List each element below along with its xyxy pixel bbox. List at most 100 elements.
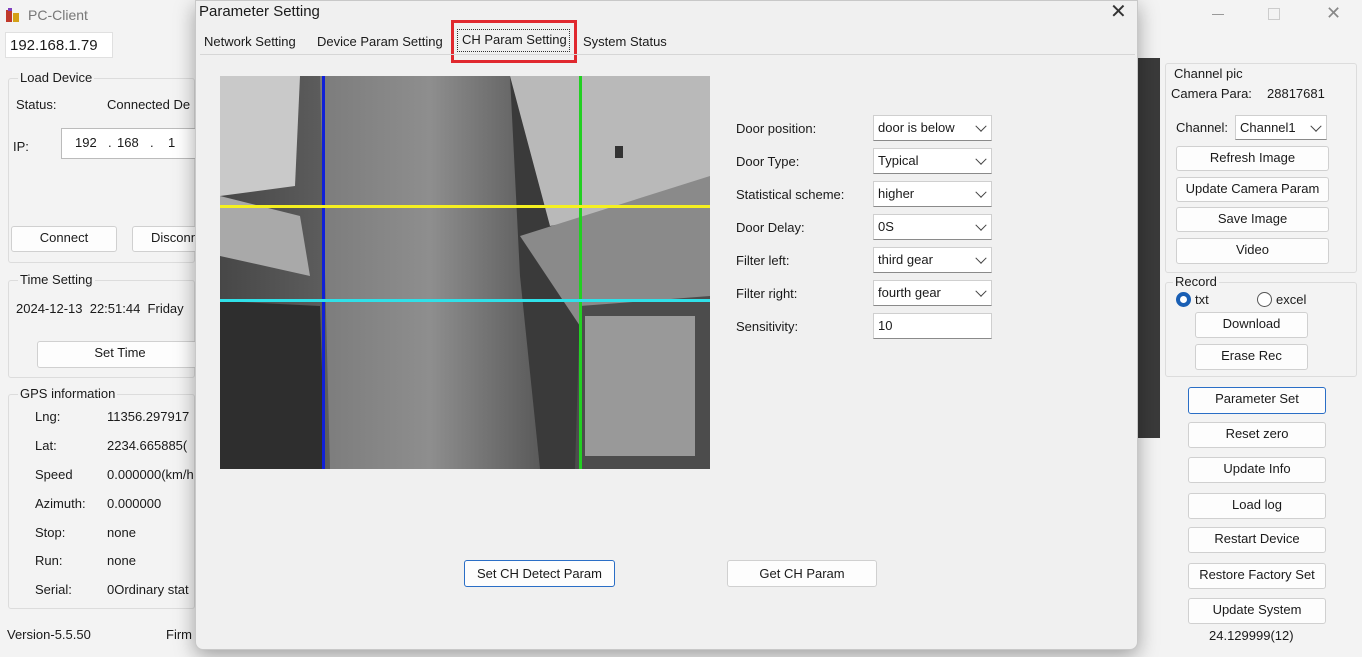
- statistical-scheme-label: Statistical scheme:: [736, 187, 845, 202]
- restore-factory-set-button[interactable]: Restore Factory Set: [1188, 563, 1326, 589]
- ip-part-1: 192: [75, 135, 97, 150]
- chevron-down-icon: [975, 219, 987, 231]
- door-delay-value: 0S: [878, 219, 894, 234]
- ip-dot: .: [150, 135, 154, 150]
- ip-display-text: 192.168.1.79: [10, 37, 98, 54]
- door-type-label: Door Type:: [736, 154, 800, 169]
- detect-line-green[interactable]: [579, 76, 582, 469]
- firmware-label: Firm: [166, 627, 192, 642]
- record-title: Record: [1173, 274, 1219, 289]
- dialog-close-icon[interactable]: ✕: [1110, 0, 1127, 24]
- time-setting-title: Time Setting: [18, 272, 95, 287]
- filter-right-label: Filter right:: [736, 286, 798, 301]
- tab-ch-param-setting[interactable]: CH Param Setting: [457, 29, 570, 52]
- gps-lat-value: 2234.665885(: [107, 438, 188, 453]
- minimize-icon[interactable]: [1212, 14, 1224, 15]
- parameter-setting-dialog: Parameter Setting ✕ Network Setting Devi…: [195, 0, 1138, 650]
- sensitivity-input[interactable]: 10: [873, 313, 992, 339]
- door-delay-select[interactable]: 0S: [873, 214, 992, 240]
- ip-display: 192.168.1.79: [5, 32, 113, 58]
- chevron-down-icon: [975, 120, 987, 132]
- gps-run-label: Run:: [35, 553, 63, 568]
- gps-title: GPS information: [18, 386, 118, 401]
- channel-pic-title: Channel pic: [1174, 66, 1243, 81]
- ip-address-field[interactable]: 192 . 168 . 1: [61, 128, 201, 159]
- chevron-down-icon: [975, 252, 987, 264]
- radio-txt-label: txt: [1195, 292, 1209, 307]
- chevron-down-icon: [975, 186, 987, 198]
- camera-image: [220, 76, 710, 469]
- door-type-select[interactable]: Typical: [873, 148, 992, 174]
- gps-lat-label: Lat:: [35, 438, 57, 453]
- load-device-title: Load Device: [18, 70, 95, 85]
- gps-azimuth-value: 0.000000: [107, 496, 162, 511]
- chevron-down-icon: [975, 153, 987, 165]
- gps-azimuth-label: Azimuth:: [35, 496, 86, 511]
- get-ch-param-button[interactable]: Get CH Param: [727, 560, 877, 587]
- restart-device-button[interactable]: Restart Device: [1188, 527, 1326, 553]
- door-delay-label: Door Delay:: [736, 220, 805, 235]
- filter-right-select[interactable]: fourth gear: [873, 280, 992, 306]
- app-title: PC-Client: [28, 7, 88, 23]
- detect-line-yellow[interactable]: [220, 205, 710, 208]
- disconnect-button[interactable]: Disconn: [132, 226, 202, 252]
- update-info-button[interactable]: Update Info: [1188, 457, 1326, 483]
- erase-rec-button[interactable]: Erase Rec: [1195, 344, 1308, 370]
- gps-stop-label: Stop:: [35, 525, 66, 540]
- radio-excel[interactable]: [1257, 292, 1272, 307]
- gps-speed-value: 0.000000(km/h: [107, 467, 194, 482]
- refresh-image-button[interactable]: Refresh Image: [1176, 146, 1329, 171]
- channel-label: Channel:: [1176, 120, 1229, 135]
- set-ch-detect-param-button[interactable]: Set CH Detect Param: [464, 560, 615, 587]
- close-icon[interactable]: ✕: [1326, 3, 1341, 24]
- gps-lng-value: 11356.297917: [107, 409, 190, 424]
- gps-run-value: none: [107, 553, 136, 568]
- chevron-down-icon: [975, 285, 987, 297]
- ip-part-3: 1: [168, 135, 176, 150]
- status-label: Status:: [16, 97, 57, 112]
- ip-label: IP:: [13, 139, 29, 154]
- sensitivity-value: 10: [878, 318, 893, 333]
- dialog-title: Parameter Setting: [199, 3, 320, 20]
- parameter-set-button[interactable]: Parameter Set: [1188, 387, 1326, 414]
- camera-para-label: Camera Para:: [1171, 86, 1252, 101]
- gps-serial-value: 0Ordinary stat: [107, 582, 189, 597]
- connect-button[interactable]: Connect: [11, 226, 117, 252]
- ip-part-2: 168: [117, 135, 139, 150]
- download-button[interactable]: Download: [1195, 312, 1308, 338]
- reset-zero-button[interactable]: Reset zero: [1188, 422, 1326, 448]
- channel-select[interactable]: Channel1: [1235, 115, 1327, 140]
- set-time-button[interactable]: Set Time: [37, 341, 203, 368]
- door-position-label: Door position:: [736, 121, 817, 136]
- tab-system-status[interactable]: System Status: [583, 34, 667, 49]
- load-log-button[interactable]: Load log: [1188, 493, 1326, 519]
- sensitivity-label: Sensitivity:: [736, 319, 799, 334]
- version-label: Version-5.5.50: [7, 627, 91, 642]
- statistical-scheme-value: higher: [878, 186, 915, 201]
- filter-left-value: third gear: [878, 252, 933, 267]
- channel-select-value: Channel1: [1240, 120, 1296, 135]
- detect-line-blue[interactable]: [322, 76, 325, 469]
- update-camera-param-button[interactable]: Update Camera Param: [1176, 177, 1329, 202]
- chevron-down-icon: [1310, 120, 1322, 132]
- tab-underline: [200, 54, 1135, 55]
- tab-network-setting[interactable]: Network Setting: [204, 34, 296, 49]
- door-position-select[interactable]: door is below: [873, 115, 992, 141]
- gps-lng-label: Lng:: [35, 409, 61, 424]
- filter-right-value: fourth gear: [878, 285, 941, 300]
- door-position-value: door is below: [878, 120, 955, 135]
- app-icon: [5, 7, 21, 23]
- statistical-scheme-select[interactable]: higher: [873, 181, 992, 207]
- door-type-value: Typical: [878, 153, 919, 168]
- ip-dot: .: [108, 135, 112, 150]
- radio-txt[interactable]: [1176, 292, 1191, 307]
- maximize-icon[interactable]: [1268, 8, 1280, 20]
- update-system-button[interactable]: Update System: [1188, 598, 1326, 624]
- save-image-button[interactable]: Save Image: [1176, 207, 1329, 232]
- detect-line-cyan[interactable]: [220, 299, 710, 302]
- bottom-value: 24.129999(12): [1209, 628, 1294, 643]
- tab-device-param-setting[interactable]: Device Param Setting: [317, 34, 443, 49]
- filter-left-select[interactable]: third gear: [873, 247, 992, 273]
- current-datetime: 2024-12-13 22:51:44 Friday: [16, 301, 184, 316]
- video-button[interactable]: Video: [1176, 238, 1329, 264]
